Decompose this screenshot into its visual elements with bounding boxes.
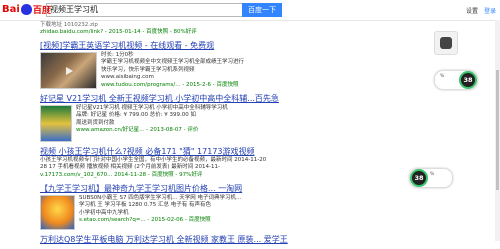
- product-thumbnail[interactable]: [40, 194, 75, 230]
- speed-label: %: [430, 172, 435, 177]
- result-item: 万利达Q8学生平板电脑 万利达学习机 全新视频 家教王 原装... 爱学王: [40, 234, 370, 245]
- search-button[interactable]: 百度一下: [242, 3, 282, 17]
- result-desc-line: 28 17 手机看视频 播放视频 相关视频 (2个月前发表) 最新时间 2014…: [40, 164, 220, 171]
- result-item: 下载地址 1010232.zip zhidao.baidu.com/link? …: [40, 22, 370, 36]
- result-url[interactable]: s.etao.com/search?q=... - 2015-02-06 - 百…: [79, 217, 241, 224]
- result-url[interactable]: v.17173.com/v_102_670... 2014-11-28 - 百度…: [40, 172, 370, 179]
- result-item: 视频 小孩王学习机什么?视频 必备171 "猜" 17173游戏视频 小孩王学习…: [40, 146, 370, 179]
- floating-app-widget[interactable]: [434, 31, 458, 55]
- speed-label: %: [440, 74, 445, 79]
- speed-ball-widget[interactable]: 38 %: [409, 168, 453, 188]
- paw-icon: [20, 4, 32, 15]
- result-desc-line: 学习机 王 学习平板 1280 0.75 汇总 电子有 有声有色: [79, 202, 211, 209]
- settings-link[interactable]: 设置: [466, 6, 478, 15]
- result-item: 【九学王学习机】最神奇九学王学习机图片价格... 一淘网 SUBS0N小霸王 S…: [40, 183, 370, 230]
- logo-text: Bai: [2, 4, 20, 15]
- result-desc-line: 品牌: 好记星 价格: ¥ 799.00 总价: ¥ 399.00 如: [76, 112, 197, 119]
- result-title[interactable]: 万利达Q8学生平板电脑 万利达学习机 全新视频 家教王 原装... 爱学王: [40, 234, 370, 245]
- play-icon: [65, 66, 73, 75]
- product-thumbnail[interactable]: [40, 105, 72, 142]
- result-url[interactable]: www.amazon.cn/好记星... - 2013-08-07 - 评价: [76, 127, 228, 134]
- result-desc-line: 快乐学习，快乐学霸王学习机系列视频: [101, 66, 195, 73]
- scrollbar-thumb[interactable]: [496, 70, 499, 190]
- result-desc-line: 学霸王学习机视频全中文视频王学习机全部成绩王学习进行: [101, 59, 245, 66]
- baidu-logo[interactable]: Bai 百度: [2, 2, 51, 17]
- app-icon: [440, 37, 452, 49]
- result-desc-line: www.aisibaing.com: [101, 74, 154, 81]
- search-input[interactable]: 视频王学习机: [46, 3, 243, 17]
- top-bar: Bai 百度 视频王学习机 百度一下 设置 登录: [0, 0, 500, 21]
- top-links: 设置 登录: [466, 6, 496, 15]
- result-title[interactable]: [视频]学霸王英语学习机视频 - 在线观看 - 免费观: [40, 40, 370, 51]
- speed-ball-widget[interactable]: % 38: [434, 70, 478, 90]
- speed-ball-icon: 38: [459, 71, 477, 89]
- result-title[interactable]: 视频 小孩王学习机什么?视频 必备171 "猜" 17173游戏视频: [40, 146, 370, 157]
- page-scrollbar[interactable]: [495, 20, 500, 241]
- speed-ball-icon: 38: [410, 169, 428, 187]
- result-title[interactable]: 【九学王学习机】最神奇九学王学习机图片价格... 一淘网: [40, 183, 370, 194]
- login-link[interactable]: 登录: [484, 6, 496, 15]
- result-text: 下载地址 1010232.zip: [40, 22, 98, 28]
- result-item: 好记星 V21学习机 全新王视频学习机 小学初中高中全科辅...百先急 好记星V…: [40, 93, 370, 142]
- result-title[interactable]: 好记星 V21学习机 全新王视频学习机 小学初中高中全科辅...百先急: [40, 93, 370, 104]
- result-url[interactable]: www.tudou.com/programs/... - 2015-2-6 - …: [101, 82, 244, 89]
- video-thumbnail[interactable]: [40, 52, 97, 89]
- result-desc-line: 小学初中高中九学机: [79, 209, 129, 216]
- result-item: [视频]学霸王英语学习机视频 - 在线观看 - 免费观 时长: 1分0秒 学霸王…: [40, 40, 370, 89]
- results-list: 下载地址 1010232.zip zhidao.baidu.com/link? …: [40, 22, 370, 249]
- result-url[interactable]: zhidao.baidu.com/link? - 2015-01-14 - 百度…: [40, 29, 370, 36]
